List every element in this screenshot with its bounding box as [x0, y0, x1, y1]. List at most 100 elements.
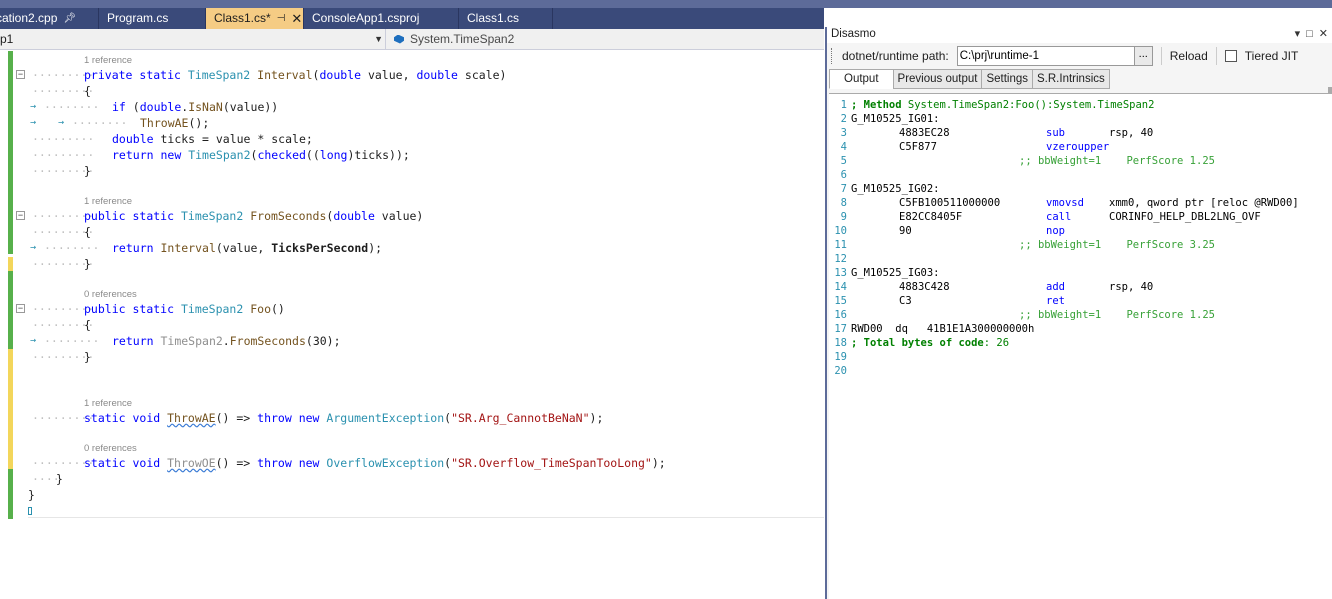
disasm-text: ; Total bytes of code: 26 — [851, 337, 1010, 349]
disasm-line: 13 G_M10525_IG03: — [829, 266, 1332, 280]
tab-sr-intrinsics[interactable]: S.R.Intrinsics — [1032, 69, 1110, 89]
codelens-references[interactable]: 0 references — [84, 289, 137, 300]
tab-class1-cs-active[interactable]: Class1.cs* ⊣ ✕ — [206, 8, 304, 29]
instruction-operands: CORINFO_HELP_DBL2LNG_OVF — [1109, 211, 1261, 223]
disasm-line: 6 — [829, 168, 1332, 182]
disasm-line: 5 ;; bbWeight=1 PerfScore 1.25 — [829, 154, 1332, 168]
tab-label: Class1.cs — [467, 11, 520, 25]
codelens-references[interactable]: 1 reference — [84, 196, 132, 207]
tab-class1-cs[interactable]: Class1.cs — [459, 8, 553, 29]
tab-program-cs[interactable]: Program.cs — [99, 8, 206, 29]
maximize-icon[interactable]: □ — [1306, 27, 1313, 43]
project-dropdown[interactable]: p1 ▼ — [0, 29, 386, 49]
code-line: → ········ if (double.IsNaN(value)) — [30, 100, 279, 114]
disasm-line: 16 ;; bbWeight=1 PerfScore 1.25 — [829, 308, 1332, 322]
instruction-mnemonic: sub — [1046, 127, 1065, 139]
tab-previous-output[interactable]: Previous output — [892, 69, 983, 89]
end-divider — [28, 517, 824, 518]
type-dropdown[interactable]: System.TimeSpan2 — [386, 29, 824, 49]
disasmo-panel: Disasmo ▾ □ ✕ dotnet/runtime path: C:\pr… — [825, 27, 1332, 599]
code-line: ·········} — [32, 164, 95, 178]
disasmo-title: Disasmo — [831, 28, 876, 40]
disasm-text: RWD00 dq 41B1E1A300000000h — [851, 323, 1035, 335]
codelens-references[interactable]: 0 references — [84, 443, 137, 454]
code-line: ········· return new TimeSpan2(checked((l… — [32, 148, 410, 162]
code-line: ········· double ticks = value * scale; — [32, 132, 313, 146]
disasm-line: 1 ; Method System.TimeSpan2:Foo():System.… — [829, 98, 1332, 112]
disasm-output[interactable]: 1 ; Method System.TimeSpan2:Foo():System.… — [829, 93, 1332, 599]
disasm-line: 19 — [829, 350, 1332, 364]
tab-label: cation2.cpp — [0, 11, 58, 25]
tiered-jit-checkbox[interactable] — [1224, 50, 1237, 62]
line-number: 20 — [834, 365, 847, 377]
code-line: ·········} — [32, 257, 95, 271]
line-number: 15 — [834, 295, 847, 307]
line-number: 14 — [834, 281, 847, 293]
code-editor[interactable]: 1 reference − ········· private static Ti… — [0, 51, 824, 599]
disasm-line: 17 RWD00 dq 41B1E1A300000000h — [829, 322, 1332, 336]
chevron-down-icon: ▼ — [374, 34, 383, 44]
tab-output[interactable]: Output — [829, 69, 894, 89]
tab-label: Class1.cs* — [214, 11, 271, 25]
line-number: 6 — [840, 169, 847, 181]
line-number: 8 — [840, 197, 847, 209]
close-icon[interactable]: ✕ — [1319, 27, 1328, 43]
code-line: ········· private static TimeSpan2 Interv… — [32, 68, 507, 82]
code-line: ········· static void ThrowOE() => throw … — [32, 456, 666, 470]
disasm-line: 8 C5FB100511000000 vmovsd xmm0, qword ptr [… — [829, 196, 1332, 210]
instruction-mnemonic: vmovsd — [1046, 197, 1084, 209]
disasm-line: 11 ;; bbWeight=1 PerfScore 3.25 — [829, 238, 1332, 252]
disasm-text: G_M10525_IG01: — [851, 113, 940, 125]
instruction-mnemonic: call — [1046, 211, 1072, 223]
tiered-jit-label: Tiered JIT — [1244, 49, 1299, 63]
reload-button[interactable]: Reload — [1170, 49, 1208, 63]
line-number: 10 — [834, 225, 847, 237]
instruction-mnemonic: ret — [1046, 295, 1065, 307]
disasmo-tabs: Output Previous output Settings S.R.Intr… — [827, 69, 1332, 89]
change-margin-unsaved — [8, 349, 13, 469]
instruction-bytes: 90 — [899, 225, 912, 237]
tab-settings[interactable]: Settings — [981, 69, 1034, 89]
line-number: 17 — [834, 323, 847, 335]
line-number: 5 — [840, 155, 847, 167]
code-line: ········· static void ThrowAE() => throw … — [32, 411, 604, 425]
instruction-mnemonic: nop — [1046, 225, 1065, 237]
toolbar-separator — [1215, 47, 1217, 65]
instruction-mnemonic: vzeroupper — [1046, 141, 1110, 153]
project-dropdown-value: p1 — [0, 32, 14, 46]
tab-consoleapp1-csproj[interactable]: ConsoleApp1.csproj — [304, 8, 459, 29]
disasm-line: 4 C5F877 vzeroupper — [829, 140, 1332, 154]
disasm-line: 3 4883EC28 sub rsp, 40 — [829, 126, 1332, 140]
disasm-line: 12 — [829, 252, 1332, 266]
tab-label: Program.cs — [107, 11, 169, 25]
disasm-line: 20 — [829, 364, 1332, 378]
disasm-text: ;; bbWeight=1 PerfScore 1.25 — [1019, 309, 1215, 321]
toolbar-separator — [1160, 47, 1162, 65]
browse-button[interactable]: ... — [1133, 47, 1152, 65]
toolbar-grip[interactable] — [831, 48, 834, 64]
line-number: 11 — [834, 239, 847, 251]
title-strip — [0, 0, 1332, 8]
disasm-line: 15 C3 ret — [829, 294, 1332, 308]
codelens-references[interactable]: 1 reference — [84, 398, 132, 409]
dropdown-icon[interactable]: ▾ — [1295, 27, 1301, 43]
disasmo-toolbar: dotnet/runtime path: C:\prj\runtime-1 ..… — [827, 43, 1332, 69]
document-tabs: cation2.cpp 📌︎ Program.cs Class1.cs* ⊣ ✕… — [0, 8, 824, 29]
disasm-text: ;; bbWeight=1 PerfScore 1.25 — [1019, 155, 1215, 167]
pin-icon[interactable]: 📌︎ — [63, 9, 76, 28]
close-icon[interactable]: ✕ — [291, 9, 302, 28]
path-label: dotnet/runtime path: — [842, 49, 949, 63]
instruction-bytes: C3 — [899, 295, 912, 307]
line-number: 12 — [834, 253, 847, 265]
instruction-operands: xmm0, qword ptr [reloc @RWD00] — [1109, 197, 1299, 209]
code-line: ·········{ — [32, 84, 95, 98]
disasm-text: ; Method System.TimeSpan2:Foo():System.T… — [851, 99, 1155, 111]
pin-icon[interactable]: ⊣ — [277, 9, 286, 28]
runtime-path-input[interactable]: C:\prj\runtime-1 ... — [956, 46, 1153, 66]
navigation-bar: p1 ▼ System.TimeSpan2 — [0, 29, 824, 50]
line-number: 9 — [840, 211, 847, 223]
instruction-operands: rsp, 40 — [1109, 127, 1154, 139]
code-line: } — [28, 488, 35, 502]
tab-cation2-cpp[interactable]: cation2.cpp 📌︎ — [0, 8, 99, 29]
codelens-references[interactable]: 1 reference — [84, 55, 132, 66]
